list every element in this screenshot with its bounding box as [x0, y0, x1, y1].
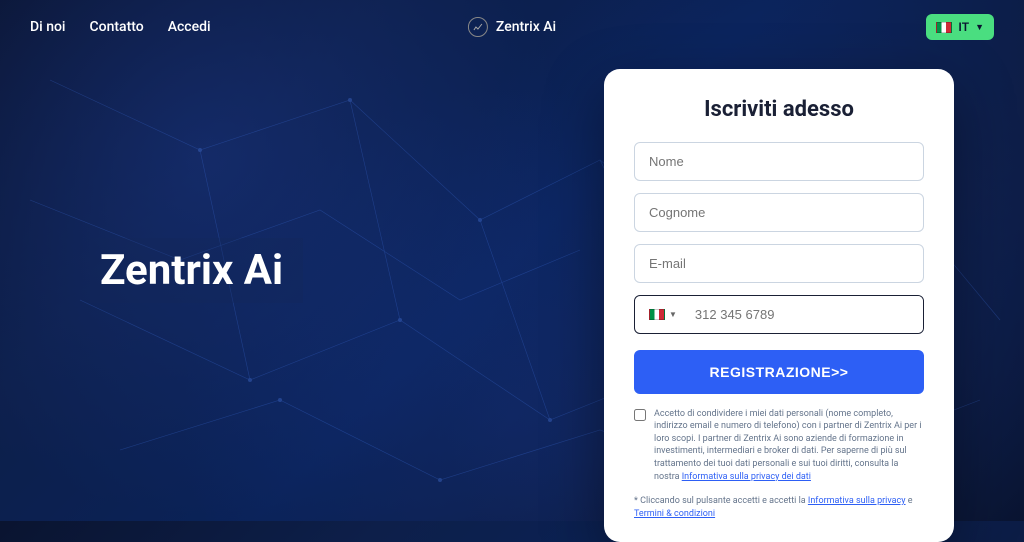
consent-text: Accetto di condividere i miei dati perso…	[654, 408, 924, 484]
privacy-link[interactable]: Informativa sulla privacy	[808, 496, 906, 506]
brand-logo-icon	[468, 17, 488, 37]
first-name-input[interactable]	[634, 142, 924, 181]
header: Di noi Contatto Accedi Zentrix Ai IT ▼	[0, 0, 1024, 54]
phone-country-selector[interactable]: ▼	[635, 296, 687, 333]
language-label: IT	[958, 20, 969, 34]
register-button[interactable]: REGISTRAZIONE>>	[634, 350, 924, 394]
main: Zentrix Ai Iscriviti adesso ▼ REGISTRAZI…	[0, 54, 1024, 527]
nav-contact[interactable]: Contatto	[90, 19, 144, 35]
footnote: * Cliccando sul pulsante accetti e accet…	[634, 495, 924, 520]
nav-login[interactable]: Accedi	[168, 19, 211, 35]
consent-checkbox[interactable]	[634, 409, 646, 421]
last-name-input[interactable]	[634, 193, 924, 232]
nav-links: Di noi Contatto Accedi	[30, 19, 211, 35]
chevron-down-icon: ▼	[975, 22, 984, 33]
form-title: Iscriviti adesso	[634, 97, 924, 122]
language-switcher[interactable]: IT ▼	[926, 14, 994, 40]
brand-name: Zentrix Ai	[496, 19, 556, 35]
email-input[interactable]	[634, 244, 924, 283]
phone-input[interactable]	[687, 296, 923, 333]
terms-link[interactable]: Termini & condizioni	[634, 509, 715, 519]
italy-flag-icon	[649, 309, 665, 320]
privacy-data-link[interactable]: Informativa sulla privacy dei dati	[682, 472, 811, 482]
italy-flag-icon	[936, 22, 952, 33]
signup-form: Iscriviti adesso ▼ REGISTRAZIONE>> Accet…	[604, 69, 954, 542]
consent-row: Accetto di condividere i miei dati perso…	[634, 408, 924, 484]
chevron-down-icon: ▼	[669, 310, 677, 319]
brand: Zentrix Ai	[468, 17, 556, 37]
nav-about[interactable]: Di noi	[30, 19, 66, 35]
phone-field: ▼	[634, 295, 924, 334]
hero-title: Zentrix Ai	[90, 238, 303, 303]
